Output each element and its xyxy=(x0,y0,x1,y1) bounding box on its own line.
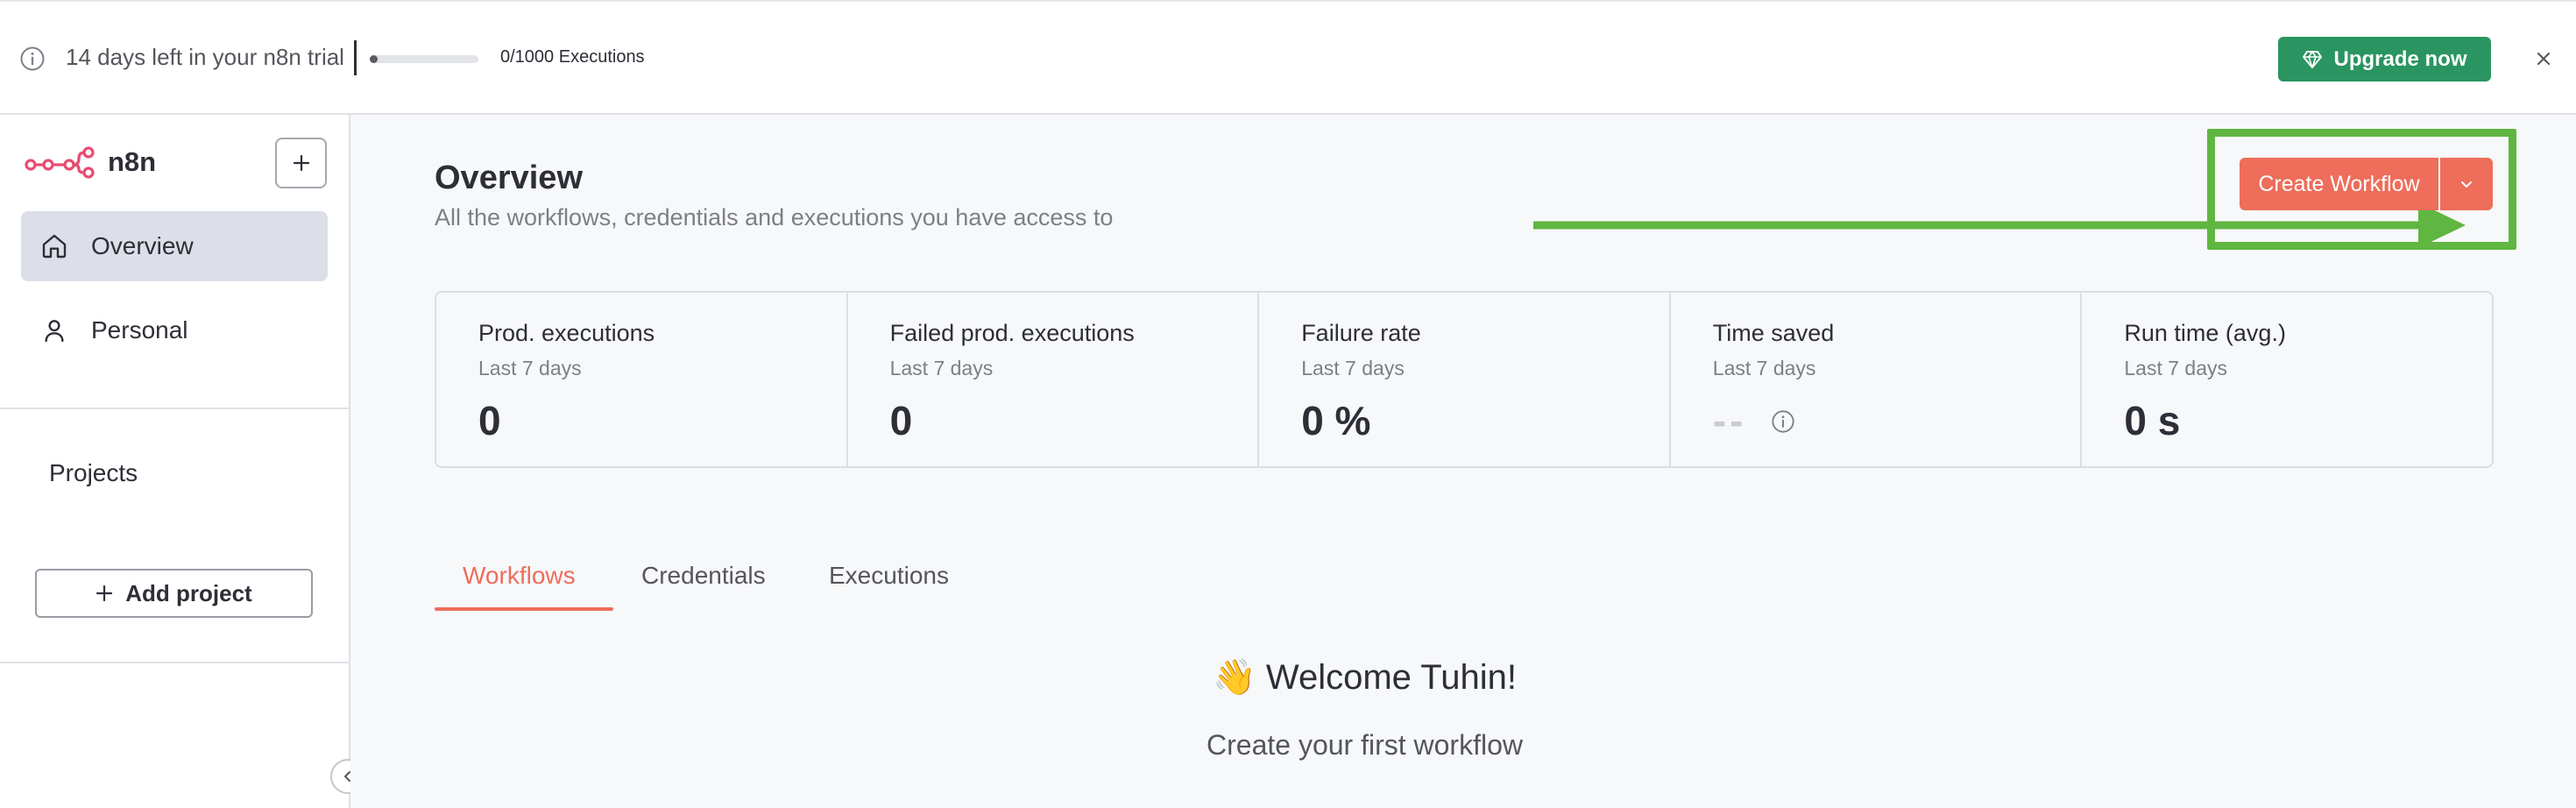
main-content: Overview All the workflows, credentials … xyxy=(350,115,2576,808)
chevron-down-icon xyxy=(2461,181,2472,188)
upgrade-now-button[interactable]: Upgrade now xyxy=(2278,37,2491,82)
info-icon xyxy=(20,46,45,71)
executions-progress-bar xyxy=(370,55,478,63)
sidebar-item-overview[interactable]: Overview xyxy=(21,211,328,281)
tab-executions[interactable]: Executions xyxy=(829,562,949,611)
sidebar-item-label: Personal xyxy=(91,316,188,344)
trial-banner: 14 days left in your n8n trial 0/1000 Ex… xyxy=(0,0,2576,115)
stat-title: Failed prod. executions xyxy=(889,320,1135,346)
stat-value: 0 s xyxy=(2124,398,2181,443)
plus-icon xyxy=(96,585,113,602)
add-project-label: Add project xyxy=(125,579,252,606)
welcome-subtitle: Create your first workflow xyxy=(1207,729,1523,761)
stat-prod-executions[interactable]: Prod. executions Last 7 days 0 xyxy=(436,293,848,466)
close-banner-button[interactable] xyxy=(2530,46,2557,72)
welcome-title: 👋 Welcome Tuhin! xyxy=(1213,658,1517,697)
stat-value: 0 % xyxy=(1301,398,1371,443)
home-icon xyxy=(42,234,67,259)
sidebar-divider xyxy=(0,408,349,409)
stat-period: Last 7 days xyxy=(2124,357,2228,379)
stat-value: 0 xyxy=(478,398,501,443)
add-project-button[interactable]: Add project xyxy=(35,569,313,618)
brand-name: n8n xyxy=(108,146,157,177)
stat-title: Failure rate xyxy=(1301,320,1421,346)
create-workflow-dropdown[interactable] xyxy=(2440,158,2493,210)
info-icon[interactable] xyxy=(1771,409,1795,434)
projects-heading: Projects xyxy=(49,459,138,486)
stat-period: Last 7 days xyxy=(1712,357,1816,379)
sidebar-add-button[interactable] xyxy=(275,138,327,188)
diamond-icon xyxy=(2303,50,2323,68)
create-workflow-main[interactable]: Create Workflow xyxy=(2240,158,2440,210)
upgrade-now-label: Upgrade now xyxy=(2333,46,2467,71)
page-subtitle: All the workflows, credentials and execu… xyxy=(435,204,1114,230)
active-tab-indicator xyxy=(435,607,613,611)
executions-count: 0/1000 Executions xyxy=(500,47,645,67)
page-title: Overview xyxy=(435,159,583,196)
stat-value: 0 xyxy=(889,398,913,443)
stat-period: Last 7 days xyxy=(889,357,994,379)
sidebar-item-label: Overview xyxy=(91,232,194,259)
stat-failure-rate[interactable]: Failure rate Last 7 days 0 % xyxy=(1259,293,1671,466)
tab-credentials[interactable]: Credentials xyxy=(641,562,766,611)
stat-period: Last 7 days xyxy=(1301,357,1405,379)
banner-divider xyxy=(354,40,357,75)
stat-value: -- xyxy=(1712,398,1747,443)
stat-title: Prod. executions xyxy=(478,320,655,346)
create-workflow-button[interactable]: Create Workflow xyxy=(2240,158,2493,210)
stat-title: Time saved xyxy=(1712,320,1835,346)
close-icon xyxy=(2537,53,2550,65)
welcome-section: 👋 Welcome Tuhin! Create your first workf… xyxy=(350,656,2576,762)
stat-title: Run time (avg.) xyxy=(2124,320,2286,346)
sidebar: n8n Overview Personal Projects Add proje… xyxy=(0,115,365,808)
sidebar-item-personal[interactable]: Personal xyxy=(21,295,328,365)
stat-failed-prod-executions[interactable]: Failed prod. executions Last 7 days 0 xyxy=(848,293,1260,466)
n8n-logo xyxy=(25,146,95,179)
trial-days-text: 14 days left in your n8n trial xyxy=(66,44,344,70)
tab-workflows[interactable]: Workflows xyxy=(463,562,576,611)
executions-progress-fill xyxy=(370,55,378,63)
stat-time-saved[interactable]: Time saved Last 7 days -- xyxy=(1671,293,2083,466)
user-icon xyxy=(45,320,64,343)
stat-run-time[interactable]: Run time (avg.) Last 7 days 0 s xyxy=(2082,293,2492,466)
stat-period: Last 7 days xyxy=(478,357,582,379)
stats-panel: Prod. executions Last 7 days 0 Failed pr… xyxy=(435,291,2494,468)
plus-icon xyxy=(293,154,309,172)
create-workflow-label: Create Workflow xyxy=(2258,171,2420,196)
